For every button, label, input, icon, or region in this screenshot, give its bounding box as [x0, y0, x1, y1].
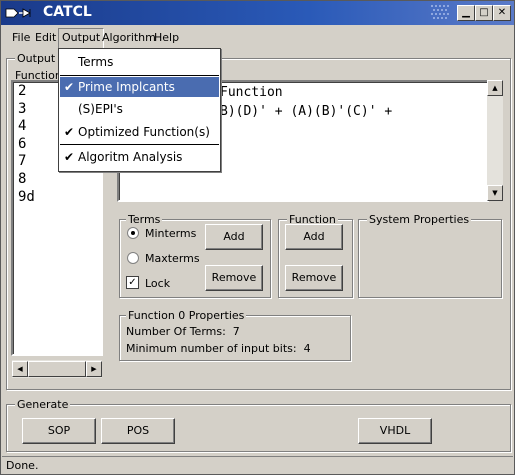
text-area-vscrollbar[interactable]: ▲ ▼	[487, 80, 503, 201]
close-icon: ✕	[497, 7, 507, 18]
scroll-left-icon[interactable]: ◀	[12, 361, 28, 377]
checkmark-icon: ✔	[64, 150, 75, 164]
scroll-down-icon[interactable]: ▼	[487, 185, 503, 201]
function-list-item[interactable]: 9d	[18, 189, 35, 207]
status-bar: Done.	[2, 456, 513, 474]
function-remove-button[interactable]: Remove	[285, 265, 343, 291]
maximize-icon: □	[479, 7, 489, 18]
function-properties-title: Function 0 Properties	[126, 309, 247, 322]
function-list-item[interactable]: 7	[18, 153, 35, 171]
lock-checkbox[interactable]: ✓	[126, 276, 139, 289]
minimum-input-bits: Minimum number of input bits: 4	[126, 342, 311, 355]
menu-item-optimized-functions[interactable]: ✔ Optimized Function(s)	[60, 122, 219, 142]
terms-group-title: Terms	[126, 213, 163, 226]
lock-label: Lock	[145, 277, 171, 290]
menu-bar: File Edit Output Algorithm Help	[1, 28, 514, 50]
terms-remove-button[interactable]: Remove	[205, 265, 263, 291]
output-menu: Terms ✔ Prime Implcants (S)EPI's ✔ Optim…	[58, 48, 221, 172]
sop-button[interactable]: SOP	[22, 418, 96, 444]
function-list-hscrollbar[interactable]: ◀ ▶	[12, 360, 102, 378]
menu-help[interactable]: Help	[154, 31, 179, 44]
function-list-item[interactable]: 2	[18, 83, 35, 101]
generate-title: Generate	[15, 398, 71, 411]
minterms-radio[interactable]	[127, 227, 139, 239]
vhdl-button[interactable]: VHDL	[358, 418, 432, 444]
maximize-button[interactable]: □	[475, 5, 493, 21]
title-bar[interactable]: CATCL ▁ □ ✕	[1, 1, 514, 25]
system-properties-group	[358, 219, 502, 298]
pos-button[interactable]: POS	[101, 418, 175, 444]
function-add-button[interactable]: Add	[285, 224, 343, 250]
checkmark-icon: ✔	[64, 125, 75, 139]
menu-output[interactable]: Output	[58, 28, 105, 50]
scroll-right-icon[interactable]: ▶	[86, 361, 102, 377]
checkmark-icon: ✓	[128, 277, 137, 288]
menu-file[interactable]: File	[12, 31, 30, 44]
window-title: CATCL	[43, 4, 92, 20]
menu-separator	[60, 75, 219, 76]
menu-algorithm[interactable]: Algorithm	[102, 31, 156, 44]
system-properties-title: System Properties	[367, 213, 472, 226]
function-list-item[interactable]: 8	[18, 171, 35, 189]
checkmark-icon: ✔	[64, 80, 75, 94]
app-window: CATCL ▁ □ ✕ File Edit Output Algorithm H…	[0, 0, 515, 475]
menu-edit[interactable]: Edit	[35, 31, 56, 44]
menu-item-sepis[interactable]: (S)EPI's	[60, 99, 219, 119]
minimize-icon: ▁	[462, 7, 470, 18]
maxterms-label: Maxterms	[145, 252, 200, 265]
close-button[interactable]: ✕	[493, 5, 511, 21]
function-list-item[interactable]: 3	[18, 101, 35, 119]
app-logo-icon	[5, 8, 31, 18]
title-decoration-icon	[431, 5, 449, 19]
menu-item-prime-implicants[interactable]: ✔ Prime Implcants	[60, 77, 219, 97]
output-text-line: Function	[220, 85, 283, 100]
number-of-terms: Number Of Terms: 7	[126, 325, 240, 338]
function-list-item[interactable]: 6	[18, 136, 35, 154]
scroll-up-icon[interactable]: ▲	[487, 80, 503, 96]
terms-add-button[interactable]: Add	[205, 224, 263, 250]
menu-item-algorithm-analysis[interactable]: ✔ Algoritm Analysis	[60, 147, 219, 167]
hscroll-thumb[interactable]	[28, 361, 86, 377]
function-list-item[interactable]: 4	[18, 118, 35, 136]
menu-item-terms[interactable]: Terms	[60, 52, 219, 72]
output-text-line: B)(D)' + (A)(B)'(C)' +	[220, 104, 393, 119]
menu-separator	[60, 144, 219, 145]
minimize-button[interactable]: ▁	[457, 5, 475, 21]
maxterms-radio[interactable]	[127, 252, 139, 264]
minterms-label: Minterms	[145, 227, 197, 240]
status-text: Done.	[6, 459, 39, 472]
